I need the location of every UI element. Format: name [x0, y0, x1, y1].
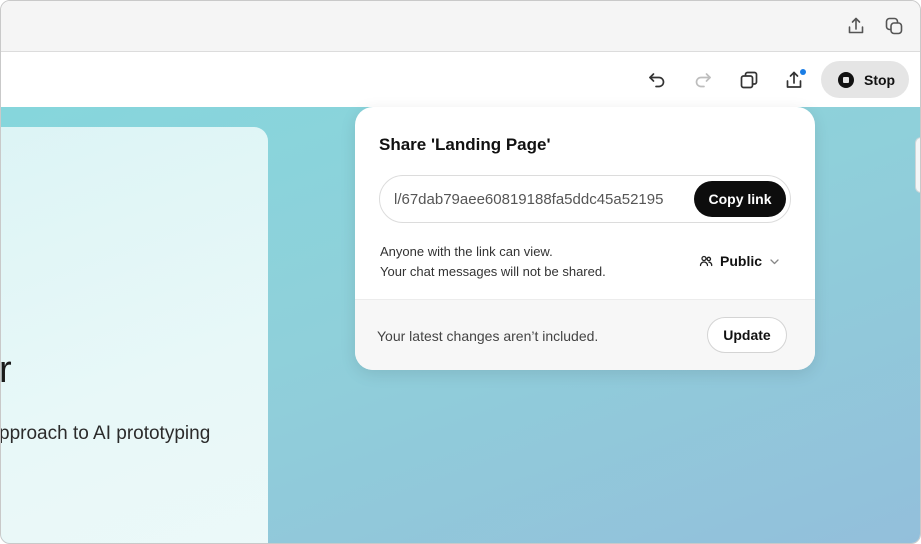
tab-overview-icon[interactable] — [882, 14, 906, 38]
redo-icon — [695, 73, 711, 88]
visibility-label: Public — [720, 253, 763, 269]
copy-link-button[interactable]: Copy link — [694, 181, 786, 217]
duplicate-button[interactable] — [735, 66, 763, 94]
stop-button[interactable]: Stop — [821, 61, 909, 98]
unsaved-changes-note: Your latest changes aren’t included. — [377, 328, 599, 344]
editor-toolbar: Stop — [1, 52, 920, 107]
undo-icon — [649, 73, 665, 88]
copy-icon — [740, 71, 758, 89]
share-icon[interactable] — [844, 14, 868, 38]
undo-button[interactable] — [643, 66, 671, 94]
preview-subtitle: pproach to AI prototyping — [0, 423, 211, 444]
side-panel-handle[interactable] — [915, 137, 920, 193]
share-link-field[interactable]: l/67dab79aee60819188fa5ddc45a52195 Copy … — [379, 175, 791, 223]
update-button[interactable]: Update — [707, 317, 787, 353]
share-title: Share 'Landing Page' — [379, 135, 551, 154]
redo-button[interactable] — [689, 66, 717, 94]
share-info-privacy: Your chat messages will not be shared. — [380, 264, 606, 279]
browser-top-bar — [1, 1, 920, 52]
share-button[interactable] — [781, 66, 809, 94]
visibility-dropdown[interactable]: Public — [699, 253, 780, 269]
app-window: Stop r pproach to AI prototyping Share '… — [0, 0, 921, 544]
preview-heading: r — [0, 349, 12, 391]
preview-card: r pproach to AI prototyping — [0, 127, 268, 543]
share-footer: Your latest changes aren’t included. Upd… — [355, 299, 815, 370]
share-link-url[interactable]: l/67dab79aee60819188fa5ddc45a52195 — [394, 191, 692, 208]
stop-label: Stop — [864, 71, 896, 88]
share-popover: Share 'Landing Page' l/67dab79aee6081918… — [355, 107, 815, 370]
share-upload-icon — [786, 69, 806, 88]
people-icon — [699, 255, 713, 267]
share-info-view: Anyone with the link can view. — [380, 244, 553, 259]
stop-icon — [838, 71, 854, 88]
chevron-down-icon — [770, 258, 779, 264]
